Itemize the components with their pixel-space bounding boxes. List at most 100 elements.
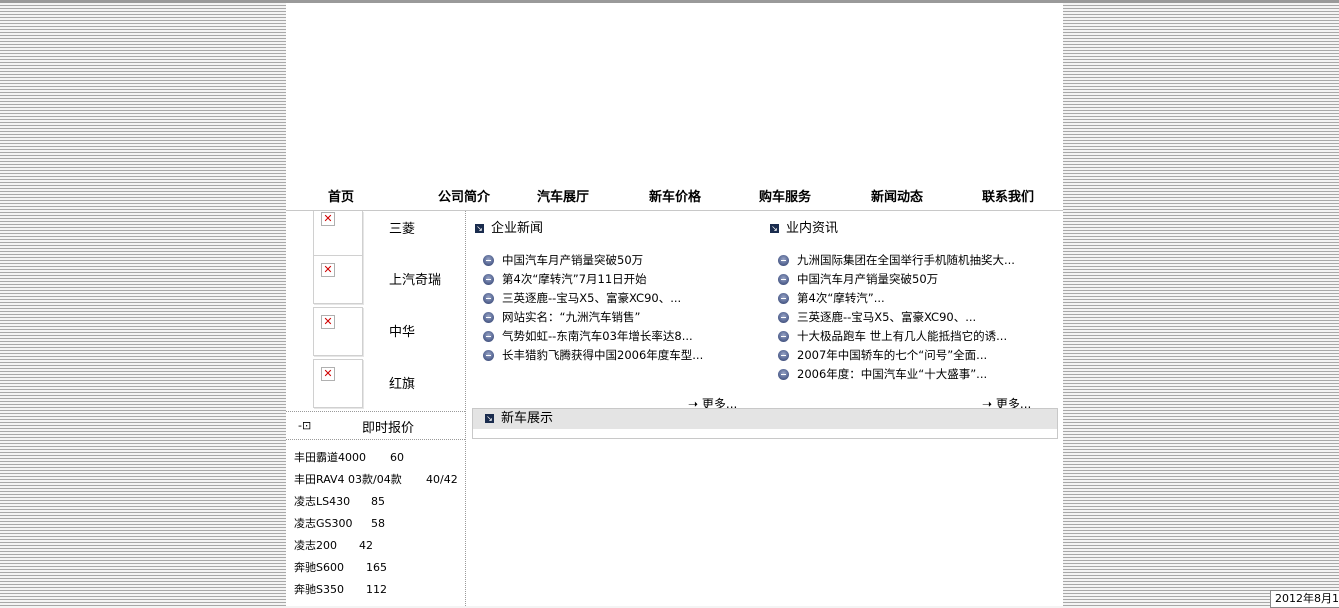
news-link[interactable]: 十大极品跑车 世上有几人能抵挡它的诱... xyxy=(797,329,1007,343)
quote-car-name: 丰田RAV4 03款/04款 xyxy=(294,473,402,486)
new-car-header: ↘ 新车展示 xyxy=(473,409,1057,429)
brand-thumbnail[interactable]: ✕ xyxy=(313,307,363,356)
news-item[interactable]: 长丰猎豹飞腾获得中国2006年度车型... xyxy=(483,346,703,365)
brand-item[interactable]: ✕ 三菱 xyxy=(286,211,465,261)
quote-row[interactable]: 奔驰S600 165 xyxy=(294,557,464,579)
quote-price: 60 xyxy=(390,451,404,464)
quote-row[interactable]: 凌志200 42 xyxy=(294,535,464,557)
news-link[interactable]: 气势如虹--东南汽车03年增长率达8... xyxy=(502,329,693,343)
company-news-list: 中国汽车月产销量突破50万 第4次“摩转汽”7月11日开始 三英逐鹿--宝马X5… xyxy=(483,251,703,365)
news-item[interactable]: 第4次“摩转汽”... xyxy=(778,289,1015,308)
broken-image-icon: ✕ xyxy=(321,212,335,226)
bullet-icon xyxy=(778,274,789,285)
brand-thumbnail[interactable]: ✕ xyxy=(313,211,363,259)
brand-thumbnail[interactable]: ✕ xyxy=(313,255,363,304)
broken-image-icon: ✕ xyxy=(321,315,335,329)
bullet-icon xyxy=(483,274,494,285)
news-item[interactable]: 第4次“摩转汽”7月11日开始 xyxy=(483,270,703,289)
quote-row[interactable]: 丰田霸道4000 60 xyxy=(294,447,464,469)
broken-image-icon: ✕ xyxy=(321,263,335,277)
bullet-icon xyxy=(778,331,789,342)
news-link[interactable]: 2006年度：中国汽车业“十大盛事”... xyxy=(797,367,987,381)
news-link[interactable]: 中国汽车月产销量突破50万 xyxy=(797,272,938,286)
quote-car-name: 凌志200 xyxy=(294,539,337,552)
company-news-header: ↘ 企业新闻 xyxy=(475,219,543,239)
news-item[interactable]: 网站实名：“九洲汽车销售” xyxy=(483,308,703,327)
news-item[interactable]: 气势如虹--东南汽车03年增长率达8... xyxy=(483,327,703,346)
header-banner xyxy=(286,3,1063,181)
date-tooltip: 2012年8月1 xyxy=(1270,590,1339,608)
news-link[interactable]: 中国汽车月产销量突破50万 xyxy=(502,253,643,267)
main-nav: 首页 公司简介 汽车展厅 新车价格 购车服务 新闻动态 联系我们 xyxy=(286,186,1063,210)
brand-name[interactable]: 上汽奇瑞 xyxy=(389,269,441,288)
brand-name[interactable]: 红旗 xyxy=(389,373,415,392)
bullet-icon xyxy=(778,255,789,266)
bullet-icon xyxy=(483,331,494,342)
nav-purchase-service[interactable]: 购车服务 xyxy=(744,186,826,210)
square-arrow-icon: ↘ xyxy=(485,414,494,423)
quote-row[interactable]: 凌志GS300 58 xyxy=(294,513,464,535)
brand-name[interactable]: 中华 xyxy=(389,321,415,340)
company-news-title: 企业新闻 xyxy=(491,221,544,236)
brand-name[interactable]: 三菱 xyxy=(389,218,415,237)
nav-about[interactable]: 公司简介 xyxy=(414,186,514,210)
bullet-icon xyxy=(483,350,494,361)
bullet-icon xyxy=(483,293,494,304)
square-arrow-icon: ↘ xyxy=(475,224,484,233)
brand-thumbnail[interactable]: ✕ xyxy=(313,359,363,408)
quote-row[interactable]: 奔驰S350 112 xyxy=(294,579,464,601)
broken-image-icon: ✕ xyxy=(321,367,335,381)
news-item[interactable]: 2007年中国轿车的七个“问号”全面... xyxy=(778,346,1015,365)
news-link[interactable]: 第4次“摩转汽”7月11日开始 xyxy=(502,272,647,286)
news-link[interactable]: 长丰猎豹飞腾获得中国2006年度车型... xyxy=(502,348,703,362)
industry-news-title: 业内资讯 xyxy=(786,221,839,236)
quote-car-name: 奔驰S600 xyxy=(294,561,344,574)
instant-quote-header: -⊡ 即时报价 xyxy=(286,411,465,440)
instant-quote-title: 即时报价 xyxy=(362,421,415,436)
news-item[interactable]: 2006年度：中国汽车业“十大盛事”... xyxy=(778,365,1015,384)
news-link[interactable]: 九洲国际集团在全国举行手机随机抽奖大... xyxy=(797,253,1015,267)
bullet-icon xyxy=(778,350,789,361)
news-item[interactable]: 九洲国际集团在全国举行手机随机抽奖大... xyxy=(778,251,1015,270)
quote-price: 85 xyxy=(371,495,385,508)
square-arrow-icon: ↘ xyxy=(770,224,779,233)
news-link[interactable]: 第4次“摩转汽”... xyxy=(797,291,885,305)
industry-news-header: ↘ 业内资讯 xyxy=(770,219,838,239)
nav-news[interactable]: 新闻动态 xyxy=(856,186,938,210)
quote-car-name: 丰田霸道4000 xyxy=(294,451,366,464)
nav-showroom[interactable]: 汽车展厅 xyxy=(522,186,604,210)
quote-car-name: 凌志LS430 xyxy=(294,495,351,508)
quote-list: 丰田霸道4000 60 丰田RAV4 03款/04款 40/42 凌志LS430 85… xyxy=(294,447,464,601)
news-link[interactable]: 三英逐鹿--宝马X5、富豪XC90、... xyxy=(797,310,976,324)
bullet-icon xyxy=(778,293,789,304)
left-sidebar: ✕ 三菱 ✕ 上汽奇瑞 ✕ 中华 ✕ 红旗 -⊡ 即时报价 丰田霸道4000 60… xyxy=(286,211,466,606)
quote-car-name: 奔驰S350 xyxy=(294,583,344,596)
quote-price: 112 xyxy=(366,583,387,596)
login-arrow-icon: -⊡ xyxy=(298,419,312,432)
new-car-title: 新车展示 xyxy=(501,411,554,426)
news-item[interactable]: 三英逐鹿--宝马X5、富豪XC90、... xyxy=(483,289,703,308)
news-item[interactable]: 三英逐鹿--宝马X5、富豪XC90、... xyxy=(778,308,1015,327)
news-link[interactable]: 三英逐鹿--宝马X5、富豪XC90、... xyxy=(502,291,681,305)
nav-home[interactable]: 首页 xyxy=(308,186,374,210)
brand-item[interactable]: ✕ 上汽奇瑞 xyxy=(286,255,465,305)
brand-item[interactable]: ✕ 中华 xyxy=(286,307,465,357)
quote-price: 42 xyxy=(359,539,373,552)
brand-item[interactable]: ✕ 红旗 xyxy=(286,359,465,409)
news-link[interactable]: 网站实名：“九洲汽车销售” xyxy=(502,310,640,324)
quote-price: 58 xyxy=(371,517,385,530)
news-item[interactable]: 中国汽车月产销量突破50万 xyxy=(483,251,703,270)
nav-contact[interactable]: 联系我们 xyxy=(967,186,1049,210)
news-link[interactable]: 2007年中国轿车的七个“问号”全面... xyxy=(797,348,987,362)
news-item[interactable]: 中国汽车月产销量突破50万 xyxy=(778,270,1015,289)
bullet-icon xyxy=(483,312,494,323)
quote-price: 165 xyxy=(366,561,387,574)
quote-car-name: 凌志GS300 xyxy=(294,517,353,530)
quote-row[interactable]: 丰田RAV4 03款/04款 40/42 xyxy=(294,469,464,491)
bullet-icon xyxy=(778,312,789,323)
industry-news-list: 九洲国际集团在全国举行手机随机抽奖大... 中国汽车月产销量突破50万 第4次“… xyxy=(778,251,1015,384)
nav-new-car-price[interactable]: 新车价格 xyxy=(634,186,716,210)
quote-price: 40/42 xyxy=(426,473,458,486)
news-item[interactable]: 十大极品跑车 世上有几人能抵挡它的诱... xyxy=(778,327,1015,346)
quote-row[interactable]: 凌志LS430 85 xyxy=(294,491,464,513)
